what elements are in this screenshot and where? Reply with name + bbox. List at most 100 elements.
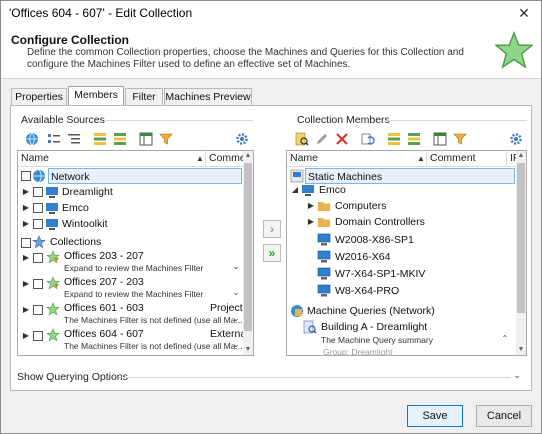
collection-members-tree: Name ▲ Comment IP A Static Machines ◢ Em… [286, 150, 527, 356]
tree-item-machine-queries[interactable]: Machine Queries (Network) [307, 303, 435, 319]
settings-gear-icon[interactable] [507, 130, 525, 148]
scroll-down-icon[interactable]: ▼ [516, 345, 526, 355]
column-name[interactable]: Name [287, 151, 427, 167]
refresh-globe-icon[interactable] [23, 130, 41, 148]
collection-members-label: Collection Members [297, 114, 390, 126]
columns-icon[interactable] [431, 130, 449, 148]
tree-item-offices-207-203[interactable]: Offices 207 - 203 [64, 274, 144, 290]
tree-item-machine[interactable]: W2016-X64 [335, 249, 390, 265]
chevron-down-icon[interactable]: ⌄ [232, 314, 240, 323]
group-view-icon[interactable] [385, 130, 403, 148]
tab-filter[interactable]: Filter [125, 88, 163, 106]
sort-chevron-icon[interactable]: ▲ [196, 154, 204, 163]
expand-arrow-icon[interactable]: ▶ [22, 331, 30, 340]
collections-checkbox[interactable] [21, 238, 31, 248]
close-button[interactable]: ✕ [513, 3, 535, 23]
save-button[interactable]: Save [407, 405, 463, 427]
tree-item-computers[interactable]: Computers [335, 198, 386, 214]
column-comment[interactable]: Comment [427, 151, 507, 167]
edit-query-icon[interactable] [293, 130, 311, 148]
network-checkbox[interactable] [21, 171, 31, 181]
collection-star-icon [32, 235, 46, 249]
tree-item-offices-203-207[interactable]: Offices 203 - 207 [64, 248, 144, 264]
tree-item-dreamlight[interactable]: Dreamlight [62, 184, 113, 200]
scroll-thumb[interactable] [244, 163, 252, 331]
list-view-icon[interactable] [405, 130, 423, 148]
expand-arrow-icon[interactable]: ▶ [22, 219, 30, 228]
tab-members[interactable]: Members [68, 86, 124, 107]
chevron-down-icon[interactable]: ⌄ [232, 288, 240, 297]
add-all-button[interactable]: » [263, 244, 281, 262]
available-sources-tree: Name ▲ Comment Network ▶ Dreamlight ▶ Em… [17, 150, 254, 356]
chevron-right-icon: › [270, 222, 274, 236]
tree-item-offices-604-607[interactable]: Offices 604 - 607 [64, 326, 144, 342]
delete-icon[interactable] [333, 130, 351, 148]
tree-item-emco[interactable]: Emco [62, 200, 89, 216]
collection-checkbox[interactable] [33, 253, 43, 263]
collection-checkbox[interactable] [33, 279, 43, 289]
sort-chevron-icon[interactable]: ▲ [417, 154, 425, 163]
domain-icon [46, 187, 58, 198]
expand-arrow-icon[interactable]: ▶ [22, 305, 30, 314]
cancel-button[interactable]: Cancel [476, 405, 532, 427]
expand-arrow-icon[interactable]: ▶ [22, 253, 30, 262]
expand-arrow-icon[interactable]: ▶ [22, 203, 30, 212]
tree-item-machine[interactable]: W8-X64-PRO [335, 283, 399, 299]
header-title: Configure Collection [11, 33, 129, 47]
dreamlight-checkbox[interactable] [33, 187, 43, 197]
chevron-up-icon[interactable]: ⌃ [501, 334, 509, 343]
emco-checkbox[interactable] [33, 203, 43, 213]
show-querying-options[interactable]: Show Querying Options [17, 371, 128, 383]
tree-item-network[interactable]: Network [48, 168, 242, 184]
expand-arrow-icon[interactable]: ▶ [22, 187, 30, 196]
collection-members-divider [387, 120, 527, 121]
members-column-header: Name ▲ Comment IP A [287, 151, 526, 167]
tree-item-query-building-a[interactable]: Building A - Dreamlight [321, 319, 427, 335]
querying-divider [119, 377, 511, 378]
available-vscrollbar[interactable]: ▲ ▼ [243, 151, 253, 355]
filter-icon[interactable] [157, 130, 175, 148]
tree-item-machine[interactable]: W7-X64-SP1-MKIV [335, 266, 425, 282]
refresh-query-icon[interactable] [359, 130, 377, 148]
wintoolkit-checkbox[interactable] [33, 219, 43, 229]
scroll-up-icon[interactable]: ▲ [516, 151, 526, 161]
collection-checkbox[interactable] [33, 331, 43, 341]
tree-item-domain-controllers[interactable]: Domain Controllers [335, 214, 425, 230]
collapse-all-icon[interactable] [65, 130, 83, 148]
tree-item-wintoolkit[interactable]: Wintoolkit [62, 216, 108, 232]
list-view-icon[interactable] [111, 130, 129, 148]
filter-icon[interactable] [451, 130, 469, 148]
scroll-down-icon[interactable]: ▼ [243, 345, 253, 355]
members-vscrollbar[interactable]: ▲ ▼ [516, 151, 526, 355]
computer-icon [317, 284, 331, 297]
expand-all-icon[interactable] [45, 130, 63, 148]
tree-item-emco[interactable]: Emco [319, 182, 346, 198]
chevron-down-icon[interactable]: ⌄ [232, 340, 240, 349]
collection-checkbox[interactable] [33, 305, 43, 315]
settings-gear-icon[interactable] [233, 130, 251, 148]
expand-arrow-icon[interactable]: ▶ [307, 217, 315, 226]
columns-icon[interactable] [137, 130, 155, 148]
tab-machines-preview[interactable]: Machines Preview [164, 88, 252, 106]
group-view-icon[interactable] [91, 130, 109, 148]
expand-arrow-icon[interactable]: ▶ [307, 201, 315, 210]
add-selected-button[interactable]: › [263, 220, 281, 238]
query-summary: The Machine Query summary [321, 335, 433, 345]
scroll-thumb[interactable] [517, 163, 525, 313]
chevron-down-icon[interactable]: ⌄ [513, 370, 521, 381]
collection-star-icon [46, 302, 60, 316]
globe-icon [33, 169, 45, 183]
pencil-icon[interactable] [313, 130, 331, 148]
machine-queries-icon [291, 305, 303, 317]
column-name[interactable]: Name [18, 151, 206, 167]
star-icon [495, 31, 533, 69]
tab-properties[interactable]: Properties [11, 88, 67, 106]
members-toolbar [291, 130, 527, 152]
expand-arrow-icon[interactable]: ▶ [22, 279, 30, 288]
available-column-header: Name ▲ Comment [18, 151, 253, 167]
tree-item-machine[interactable]: W2008-X86-SP1 [335, 232, 414, 248]
scroll-up-icon[interactable]: ▲ [243, 151, 253, 161]
tree-item-offices-601-603[interactable]: Offices 601 - 603 [64, 300, 144, 316]
chevron-down-icon[interactable]: ⌄ [232, 262, 240, 271]
collapse-arrow-icon[interactable]: ◢ [291, 185, 299, 194]
